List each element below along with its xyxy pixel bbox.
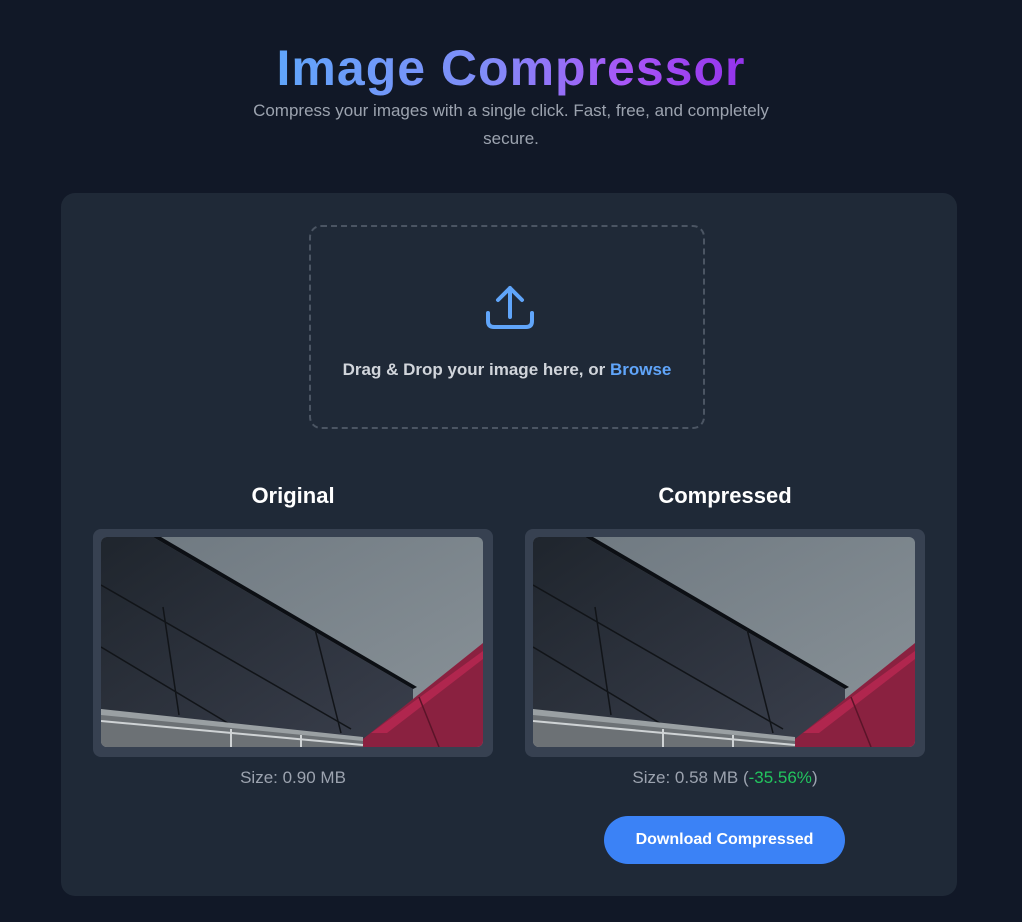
building-photo [533, 537, 915, 747]
app-subtitle: Compress your images with a single click… [253, 101, 769, 148]
compressed-preview-frame [525, 529, 925, 757]
original-heading: Original [251, 483, 335, 508]
browse-link[interactable]: Browse [610, 360, 671, 379]
compressed-preview-image [533, 537, 915, 747]
dropzone-text: Drag & Drop your image here, or [342, 360, 610, 379]
compressed-heading: Compressed [658, 483, 792, 508]
compressor-card: Drag & Drop your image here, or Browse O… [61, 193, 957, 896]
compressed-size-prefix: Size: 0.58 MB ( [632, 768, 749, 787]
download-compressed-button[interactable]: Download Compressed [604, 816, 845, 864]
compressed-size-label: Size: 0.58 MB (-35.56%) [525, 768, 925, 788]
app-title-text: Image Compressor [276, 40, 746, 96]
page: Image Compressor Compress your images wi… [0, 0, 1022, 922]
compressed-size-suffix: ) [811, 768, 818, 787]
original-preview-image [101, 537, 483, 747]
upload-icon [486, 286, 534, 329]
app-title: Image Compressor [0, 38, 1022, 98]
size-reduction-badge: -35.56% [748, 768, 812, 787]
building-photo [101, 537, 483, 747]
upload-dropzone[interactable]: Drag & Drop your image here, or Browse [309, 225, 705, 429]
dropzone-instructions: Drag & Drop your image here, or Browse [311, 360, 703, 380]
original-preview-frame [93, 529, 493, 757]
original-size-label: Size: 0.90 MB [240, 768, 346, 787]
